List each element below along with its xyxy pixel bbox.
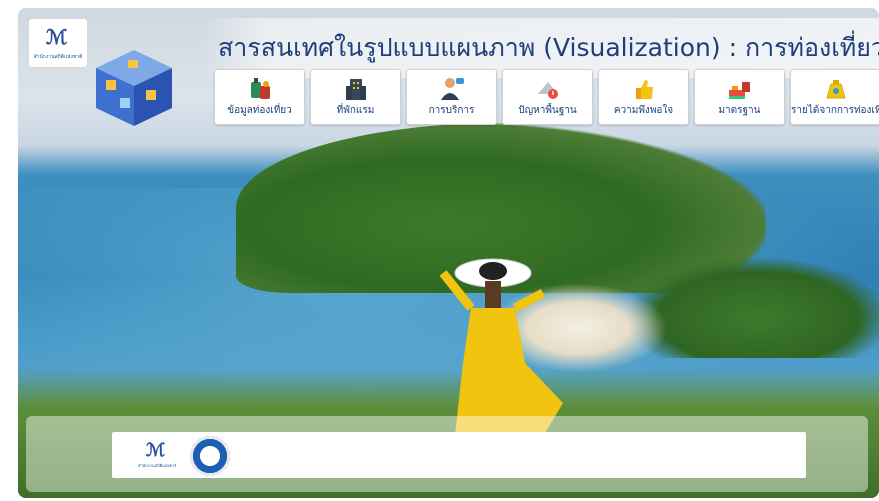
luggage-icon [250,78,270,99]
nso-logo-caption: สำนักงานสถิติแห่งชาติ [33,54,83,60]
nav-service-button[interactable]: การบริการ [406,69,497,125]
nso-logo[interactable]: ℳ สำนักงานสถิติแห่งชาติ [28,18,88,68]
footer-logo-caption: สำนักงานสถิติแห่งชาติ [138,463,176,468]
service-staff-icon [440,78,464,100]
problem-warning-icon [537,82,558,99]
nso-logo-mark-icon: ℳ [46,25,68,49]
main-nav: ข้อมูลท่องเที่ยว ที่พักแรม การบริการ ปัญ… [214,69,879,125]
nso-logo-mark-icon: ℳ [146,440,166,461]
nav-tourism-data-button[interactable]: ข้อมูลท่องเที่ยว [214,69,305,125]
thumbs-up-icon [635,80,653,99]
nav-standard-button[interactable]: มาตรฐาน [694,69,785,125]
nav-accommodation-button[interactable]: ที่พักแรม [310,69,401,125]
nav-label: รายได้จากการท่องเที่ยว [791,105,879,116]
money-bag-icon [825,80,846,99]
footer-nso-logo[interactable]: ℳ สำนักงานสถิติแห่งชาติ [138,440,176,472]
nav-label: ความพึงพอใจ [613,105,674,116]
nav-satisfaction-button[interactable]: ความพึงพอใจ [598,69,689,125]
nav-tourism-income-button[interactable]: รายได้จากการท่องเที่ยว [790,69,879,125]
nav-label: ปัญหาพื้นฐาน [518,105,577,116]
data-cube-icon [96,50,172,126]
hotel-icon [345,79,366,100]
ministry-seal-logo[interactable] [190,436,230,476]
footer-logo-bar: ℳ สำนักงานสถิติแห่งชาติ [112,432,806,478]
nav-label: ที่พักแรม [336,105,375,116]
nav-label: ข้อมูลท่องเที่ยว [227,105,292,116]
page-title: สารสนเทศในรูปแบบแผนภาพ (Visualization) :… [218,33,879,62]
nav-label: การบริการ [428,105,475,116]
nav-basic-problems-button[interactable]: ปัญหาพื้นฐาน [502,69,593,125]
hero-background: สารสนเทศในรูปแบบแผนภาพ (Visualization) :… [18,8,879,498]
nav-label: มาตรฐาน [718,105,761,116]
standard-cup-icon [728,82,750,99]
